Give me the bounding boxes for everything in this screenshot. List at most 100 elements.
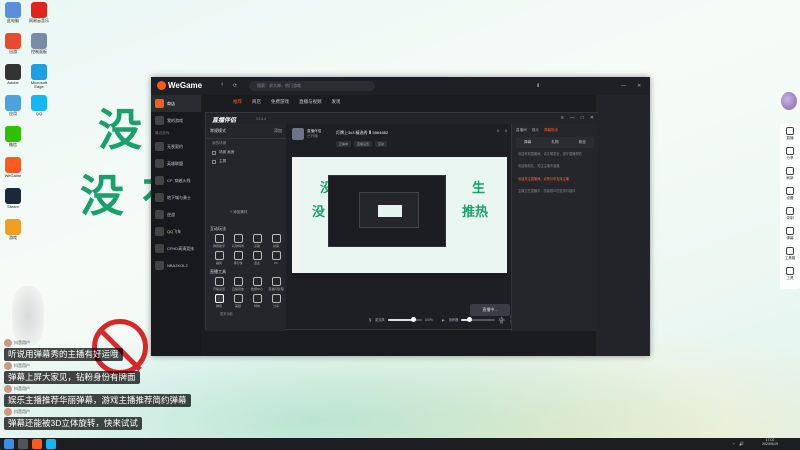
desktop-icon[interactable]: Adobe [0,64,26,85]
qq-taskbar-icon[interactable] [46,439,56,449]
tool-button[interactable]: PK [267,251,285,265]
float-bar-item[interactable]: 设置 [780,184,800,204]
right-subtab[interactable]: 礼物 [551,140,558,145]
sidebar-game-item[interactable]: NBA2KOL2 [151,257,201,274]
right-tab[interactable]: 弹幕助手 [544,128,558,133]
sidebar-item-store[interactable]: 商店 [151,95,201,112]
tab-1[interactable]: 商店 [252,99,261,105]
mic-icon[interactable]: 🎙 [368,318,372,322]
sidebar-item-library[interactable]: 我的游戏 [151,112,201,129]
download-icon[interactable]: ⬇ [536,83,540,89]
refresh-icon[interactable]: ⟳ [233,83,237,89]
tool-button[interactable]: 连麦 [248,251,266,265]
tool-button[interactable]: 点歌 [248,234,266,248]
minimize-icon[interactable]: — [570,115,575,121]
wegame-sidebar: 商店 我的游戏 最近游戏 无畏契约 英雄联盟 CF: 穿越火线 地下城与勇士 逆战 QQ飞… [151,95,201,356]
add-source-button[interactable]: + 添加素材 [230,210,247,215]
scene-add-button[interactable]: 添加 [274,128,282,134]
right-tab[interactable]: 直播间 [516,128,527,133]
more-features-link[interactable]: 更多功能 [206,308,286,319]
desktop-icon[interactable]: 迅游 [0,33,26,54]
tab-0[interactable]: 推荐 [233,99,242,105]
go-live-button[interactable]: 直播中... [470,304,510,316]
sidebar-game-item[interactable]: 无畏契约 [151,138,201,155]
tool-button[interactable]: 抽奖 [210,251,228,265]
start-icon[interactable] [4,439,14,449]
desktop-icon[interactable]: Steam [0,188,26,209]
tool-button[interactable]: 数据中心 [248,277,266,291]
source-checkbox[interactable] [212,159,216,164]
back-icon[interactable]: ‹ [221,81,223,88]
tab-2[interactable]: 免费游戏 [271,99,289,105]
right-subtab[interactable]: 弹幕 [524,140,531,145]
scene-mode-select[interactable]: 常规模式 [210,128,226,134]
source-item[interactable]: 主屏 [206,157,286,166]
sidebar-game-item[interactable]: 逆战 [151,206,201,223]
badge-interact[interactable]: 互动 [375,141,388,147]
clock[interactable]: 17:02 2023/5/19 [762,438,778,447]
zhibo-left-panel: 常规模式 添加 我的场景 场景 画面 主屏 + 添加素材 互动玩法 弹幕助手 礼物特… [206,124,286,331]
tool-button[interactable]: 礼物特效 [229,234,247,248]
menu-icon[interactable]: ≡ [561,115,564,121]
tab-4[interactable]: 发现 [332,99,341,105]
network-icon[interactable]: ⌁ [733,441,735,446]
sidebar-game-item[interactable]: 地下城与勇士 [151,189,201,206]
stream-preview[interactable]: 没 没 生 推热 [292,157,507,278]
desktop-icon[interactable]: 应用 [0,95,26,116]
float-bar-item[interactable]: 刷新 [780,164,800,184]
float-bar-item[interactable]: 分享 [780,144,800,164]
float-bar-item[interactable]: 弹幕 [780,224,800,244]
badge-settings[interactable]: 直播设置 [354,141,373,147]
desktop-icon-label: 控制面板 [31,49,47,54]
desktop-icon[interactable]: 游戏 [0,219,26,240]
sidebar-game-item[interactable]: QQ飞车 [151,223,201,240]
streamer-profile[interactable]: 直播伴侣 已开播 [292,128,321,140]
mic-volume-slider[interactable] [387,317,422,322]
float-bar-item[interactable]: 直播 [780,124,800,144]
sidebar-game-item[interactable]: 英雄联盟 [151,155,201,172]
speaker-volume-slider[interactable] [461,317,496,322]
source-checkbox[interactable] [212,150,216,155]
desktop-icon[interactable]: 网易云音乐 [26,2,52,23]
chat-message: 主播正在直播中，感谢观众的支持与陪伴 [518,188,576,193]
mascot-icon[interactable] [781,92,797,110]
float-bar-item[interactable]: 工具箱 [780,244,800,264]
preview-taskbar [292,273,507,278]
desktop-icon[interactable]: QQ [26,95,52,116]
tool-button[interactable]: 投票 [267,234,285,248]
wegame-search-input[interactable]: 搜索：求大神、热门游戏 [249,81,375,91]
badge-live[interactable]: 正播中 [336,141,352,147]
float-bar-item[interactable]: 工具 [780,264,800,284]
desktop-icon[interactable]: Microsoft Edge [26,64,52,90]
source-item[interactable]: 场景 画面 [206,148,286,157]
right-subtab[interactable]: 粉丝 [579,140,586,145]
xunyou-icon [5,33,21,49]
sidebar-game-item[interactable]: CF: 穿越火线 [151,172,201,189]
tool-button[interactable]: 美颜 [229,294,247,308]
wegame-taskbar-icon[interactable] [32,439,42,449]
close-icon[interactable]: ✕ [637,83,641,89]
minimize-icon[interactable]: — [621,83,626,89]
float-bar-item[interactable]: 录制 [780,204,800,224]
desktop-icon[interactable]: 微信 [0,126,26,147]
tool-button[interactable]: 直播回放 [229,277,247,291]
close-icon[interactable]: ✕ [590,115,594,121]
tab-3[interactable]: 直播与视频 [299,99,322,105]
desktop-icon[interactable]: 此电脑 [0,2,26,23]
maximize-icon[interactable]: □ [581,115,584,121]
tool-button[interactable]: 弹幕 [210,294,228,308]
search-icon[interactable] [18,439,28,449]
desktop-icon[interactable]: 控制面板 [26,33,52,54]
tool-button[interactable]: 直播间管理 [267,277,285,291]
tool-button[interactable]: 弹幕助手 [210,234,228,248]
volume-icon[interactable]: 🔊 [739,441,744,446]
tool-button[interactable]: 排行榜 [229,251,247,265]
tool-button[interactable]: 特效 [248,294,266,308]
tool-button[interactable]: 分享 [267,294,285,308]
sidebar-game-item[interactable]: CFHD高清竞技 [151,240,201,257]
tool-button[interactable]: 开播设置 [210,277,228,291]
danmu-user: 抖音用户 [4,408,30,416]
desktop-icon[interactable]: WeGame [0,157,26,178]
speaker-icon[interactable]: 🔈 [442,318,446,322]
right-tab[interactable]: 观众 [532,128,539,133]
